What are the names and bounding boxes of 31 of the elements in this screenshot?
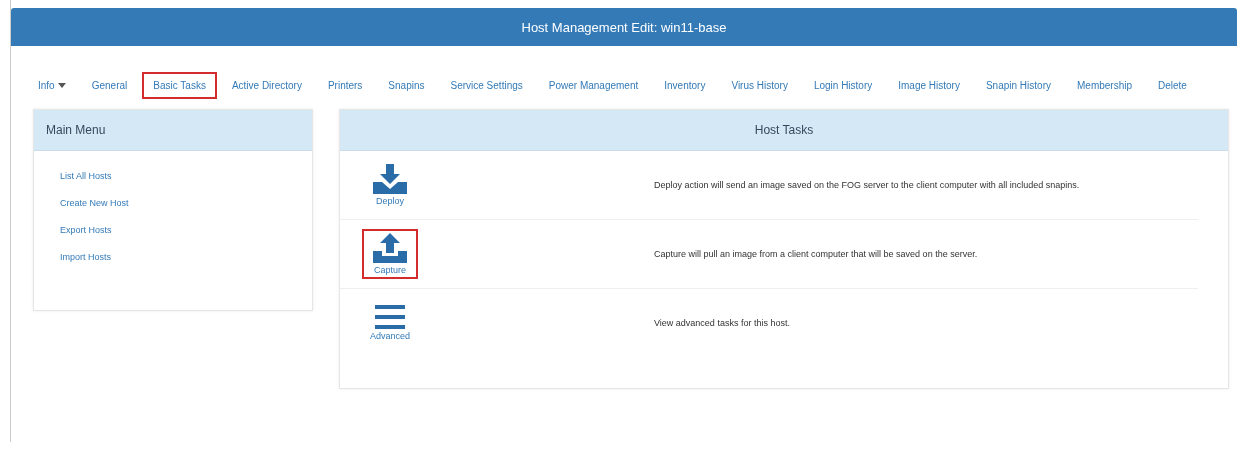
task-button[interactable]: Advanced (362, 301, 418, 345)
nav-tab[interactable]: Membership (1066, 72, 1143, 99)
download-icon (373, 164, 407, 194)
nav-tab[interactable]: Virus History (720, 72, 799, 99)
nav-tab[interactable]: Snapins (377, 72, 436, 99)
menu-link[interactable]: Import Hosts (60, 252, 312, 262)
nav-tab[interactable]: Basic Tasks (142, 72, 217, 99)
nav-tab[interactable]: Power Management (537, 72, 650, 99)
menu-icon (375, 305, 405, 329)
nav-tab[interactable]: Printers (316, 72, 374, 99)
task-description: View advanced tasks for this host. (654, 316, 791, 330)
task-button[interactable]: Deploy (362, 160, 418, 210)
menu-link[interactable]: Export Hosts (60, 225, 312, 235)
task-description: Deploy action will send an image saved on the FOG server to the client computer with all included snapins. (654, 178, 1081, 192)
task-description: Capture will pull an image from a client computer that will be saved on the server. (654, 247, 979, 261)
nav-tab[interactable]: General (80, 72, 139, 99)
panel-title: Host Tasks (754, 123, 814, 137)
upload-icon (373, 233, 407, 263)
nav-tab[interactable]: Info (27, 72, 77, 99)
nav-tab[interactable]: Service Settings (439, 72, 534, 99)
nav-tab[interactable]: Delete (1147, 72, 1198, 99)
nav-tab[interactable]: Inventory (653, 72, 717, 99)
menu-link[interactable]: List All Hosts (60, 171, 312, 181)
nav-tab[interactable]: Login History (802, 72, 884, 99)
nav-tab[interactable]: Snapin History (974, 72, 1062, 99)
panel-title: Main Menu (46, 123, 106, 137)
menu-link[interactable]: Create New Host (60, 198, 312, 208)
nav-tab[interactable]: Active Directory (220, 72, 313, 99)
nav-tab[interactable]: Image History (887, 72, 971, 99)
task-button[interactable]: Capture (362, 229, 418, 279)
page-title: Host Management Edit: win11-base (521, 19, 727, 35)
